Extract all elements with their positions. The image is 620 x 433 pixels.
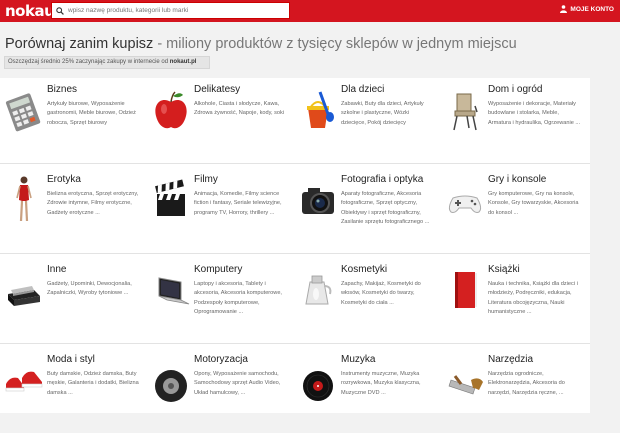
calculator-icon: [4, 84, 44, 134]
tire-icon: [151, 354, 191, 404]
vinyl-record-icon: [298, 354, 338, 404]
headline-light: - miliony produktów z tysięcy sklepów w …: [153, 36, 517, 52]
saw-icon: [445, 354, 485, 404]
category-desc[interactable]: Buty damskie, Odzież damska, Buty męskie…: [47, 370, 140, 398]
category-grid: Biznes Artykuły biurowe, Wyposażenie gas…: [0, 78, 590, 413]
category-komputery[interactable]: Komputery Laptopy i akcesoria, Tablety i…: [147, 258, 292, 343]
page-headline: Porównaj zanim kupisz - miliony produktó…: [5, 36, 517, 52]
film-clapper-icon: [151, 174, 191, 224]
row-divider: [0, 253, 590, 254]
category-title[interactable]: Biznes: [47, 84, 77, 95]
category-desc[interactable]: Aparaty fotograficzne, Akcesoria fotogra…: [341, 190, 434, 227]
book-icon: [445, 264, 485, 314]
top-bar: nokaut MOJE KONTO: [0, 0, 620, 22]
category-desc[interactable]: Zabawki, Buty dla dzieci, Artykuły szkol…: [341, 100, 434, 128]
laptop-icon: [151, 264, 191, 314]
category-desc[interactable]: Nauka i technika, Książki dla dzieci i m…: [488, 280, 581, 317]
row-divider: [0, 343, 590, 344]
category-fotografia-i-optyka[interactable]: Fotografia i optyka Aparaty fotograficzn…: [294, 168, 439, 253]
user-icon: [560, 5, 568, 13]
category-title[interactable]: Książki: [488, 264, 520, 275]
search-icon: [56, 6, 64, 15]
account-label: MOJE KONTO: [570, 5, 614, 13]
category-narzedzia[interactable]: Narzędzia Narzędzia ogrodnicze, Elektron…: [441, 348, 586, 433]
category-kosmetyki[interactable]: Kosmetyki Zapachy, Makijaż, Kosmetyki do…: [294, 258, 439, 343]
camera-icon: [298, 174, 338, 224]
category-title[interactable]: Gry i konsole: [488, 174, 546, 185]
category-desc[interactable]: Instrumenty muzyczne, Muzyka rozrywkowa,…: [341, 370, 434, 398]
category-title[interactable]: Erotyka: [47, 174, 81, 185]
woman-figure-icon: [4, 174, 44, 224]
category-title[interactable]: Moda i styl: [47, 354, 95, 365]
category-desc[interactable]: Opony, Wyposażenie samochodu, Samochodow…: [194, 370, 287, 398]
account-link[interactable]: MOJE KONTO: [560, 5, 614, 13]
category-desc[interactable]: Narzędzia ogrodnicze, Elektronarzędzia, …: [488, 370, 581, 398]
category-desc[interactable]: Alkohole, Ciasta i słodycze, Kawa, Zdrow…: [194, 100, 287, 119]
category-desc[interactable]: Zapachy, Makijaż, Kosmetyki do włosów, K…: [341, 280, 434, 308]
promo-banner: Oszczędzaj średnio 25% zaczynając zakupy…: [4, 56, 210, 69]
chair-icon: [445, 84, 485, 134]
category-title[interactable]: Inne: [47, 264, 66, 275]
category-desc[interactable]: Artykuły biurowe, Wyposażenie gastronomi…: [47, 100, 140, 128]
category-ksiazki[interactable]: Książki Nauka i technika, Książki dla dz…: [441, 258, 586, 343]
category-erotyka[interactable]: Erotyka Bielizna erotyczna, Sprzęt eroty…: [0, 168, 145, 253]
category-title[interactable]: Dla dzieci: [341, 84, 384, 95]
category-motoryzacja[interactable]: Motoryzacja Opony, Wyposażenie samochodu…: [147, 348, 292, 433]
category-delikatesy[interactable]: Delikatesy Alkohole, Ciasta i słodycze, …: [147, 78, 292, 163]
category-title[interactable]: Delikatesy: [194, 84, 240, 95]
category-dom-i-ogrod[interactable]: Dom i ogród Wyposażenie i dekoracje, Mat…: [441, 78, 586, 163]
category-gry-i-konsole[interactable]: Gry i konsole Gry komputerowe, Gry na ko…: [441, 168, 586, 253]
category-title[interactable]: Filmy: [194, 174, 218, 185]
category-dla-dzieci[interactable]: Dla dzieci Zabawki, Buty dla dzieci, Art…: [294, 78, 439, 163]
category-inne[interactable]: Inne Gadżety, Upominki, Dewocjonalia, Za…: [0, 258, 145, 343]
category-title[interactable]: Komputery: [194, 264, 242, 275]
cosmetic-jar-icon: [298, 264, 338, 314]
category-title[interactable]: Dom i ogród: [488, 84, 542, 95]
category-desc[interactable]: Gry komputerowe, Gry na konsole, Konsole…: [488, 190, 581, 218]
headline-strong: Porównaj zanim kupisz: [5, 36, 154, 52]
category-title[interactable]: Kosmetyki: [341, 264, 387, 275]
category-title[interactable]: Narzędzia: [488, 354, 533, 365]
category-desc[interactable]: Animacja, Komedie, Filmy science fiction…: [194, 190, 287, 218]
category-biznes[interactable]: Biznes Artykuły biurowe, Wyposażenie gas…: [0, 78, 145, 163]
category-desc[interactable]: Gadżety, Upominki, Dewocjonalia, Zapalni…: [47, 280, 140, 299]
category-muzyka[interactable]: Muzyka Instrumenty muzyczne, Muzyka rozr…: [294, 348, 439, 433]
search-input[interactable]: [68, 7, 278, 14]
promo-brand: nokaut.pl: [169, 59, 197, 65]
category-desc[interactable]: Bielizna erotyczna, Sprzęt erotyczny, Zd…: [47, 190, 140, 218]
category-title[interactable]: Fotografia i optyka: [341, 174, 423, 185]
gamepad-icon: [445, 174, 485, 224]
search-box[interactable]: [51, 2, 290, 19]
category-desc[interactable]: Wyposażenie i dekoracje, Materiały budow…: [488, 100, 581, 128]
bucket-toy-icon: [298, 84, 338, 134]
sneakers-icon: [4, 354, 44, 404]
category-desc[interactable]: Laptopy i akcesoria, Tablety i akcesoria…: [194, 280, 287, 317]
promo-text: Oszczędzaj średnio 25% zaczynając zakupy…: [8, 59, 170, 65]
apple-icon: [151, 84, 191, 134]
gift-box-icon: [4, 264, 44, 314]
category-moda-i-styl[interactable]: Moda i styl Buty damskie, Odzież damska,…: [0, 348, 145, 433]
category-title[interactable]: Motoryzacja: [194, 354, 248, 365]
row-divider: [0, 163, 590, 164]
category-filmy[interactable]: Filmy Animacja, Komedie, Filmy science f…: [147, 168, 292, 253]
category-title[interactable]: Muzyka: [341, 354, 375, 365]
